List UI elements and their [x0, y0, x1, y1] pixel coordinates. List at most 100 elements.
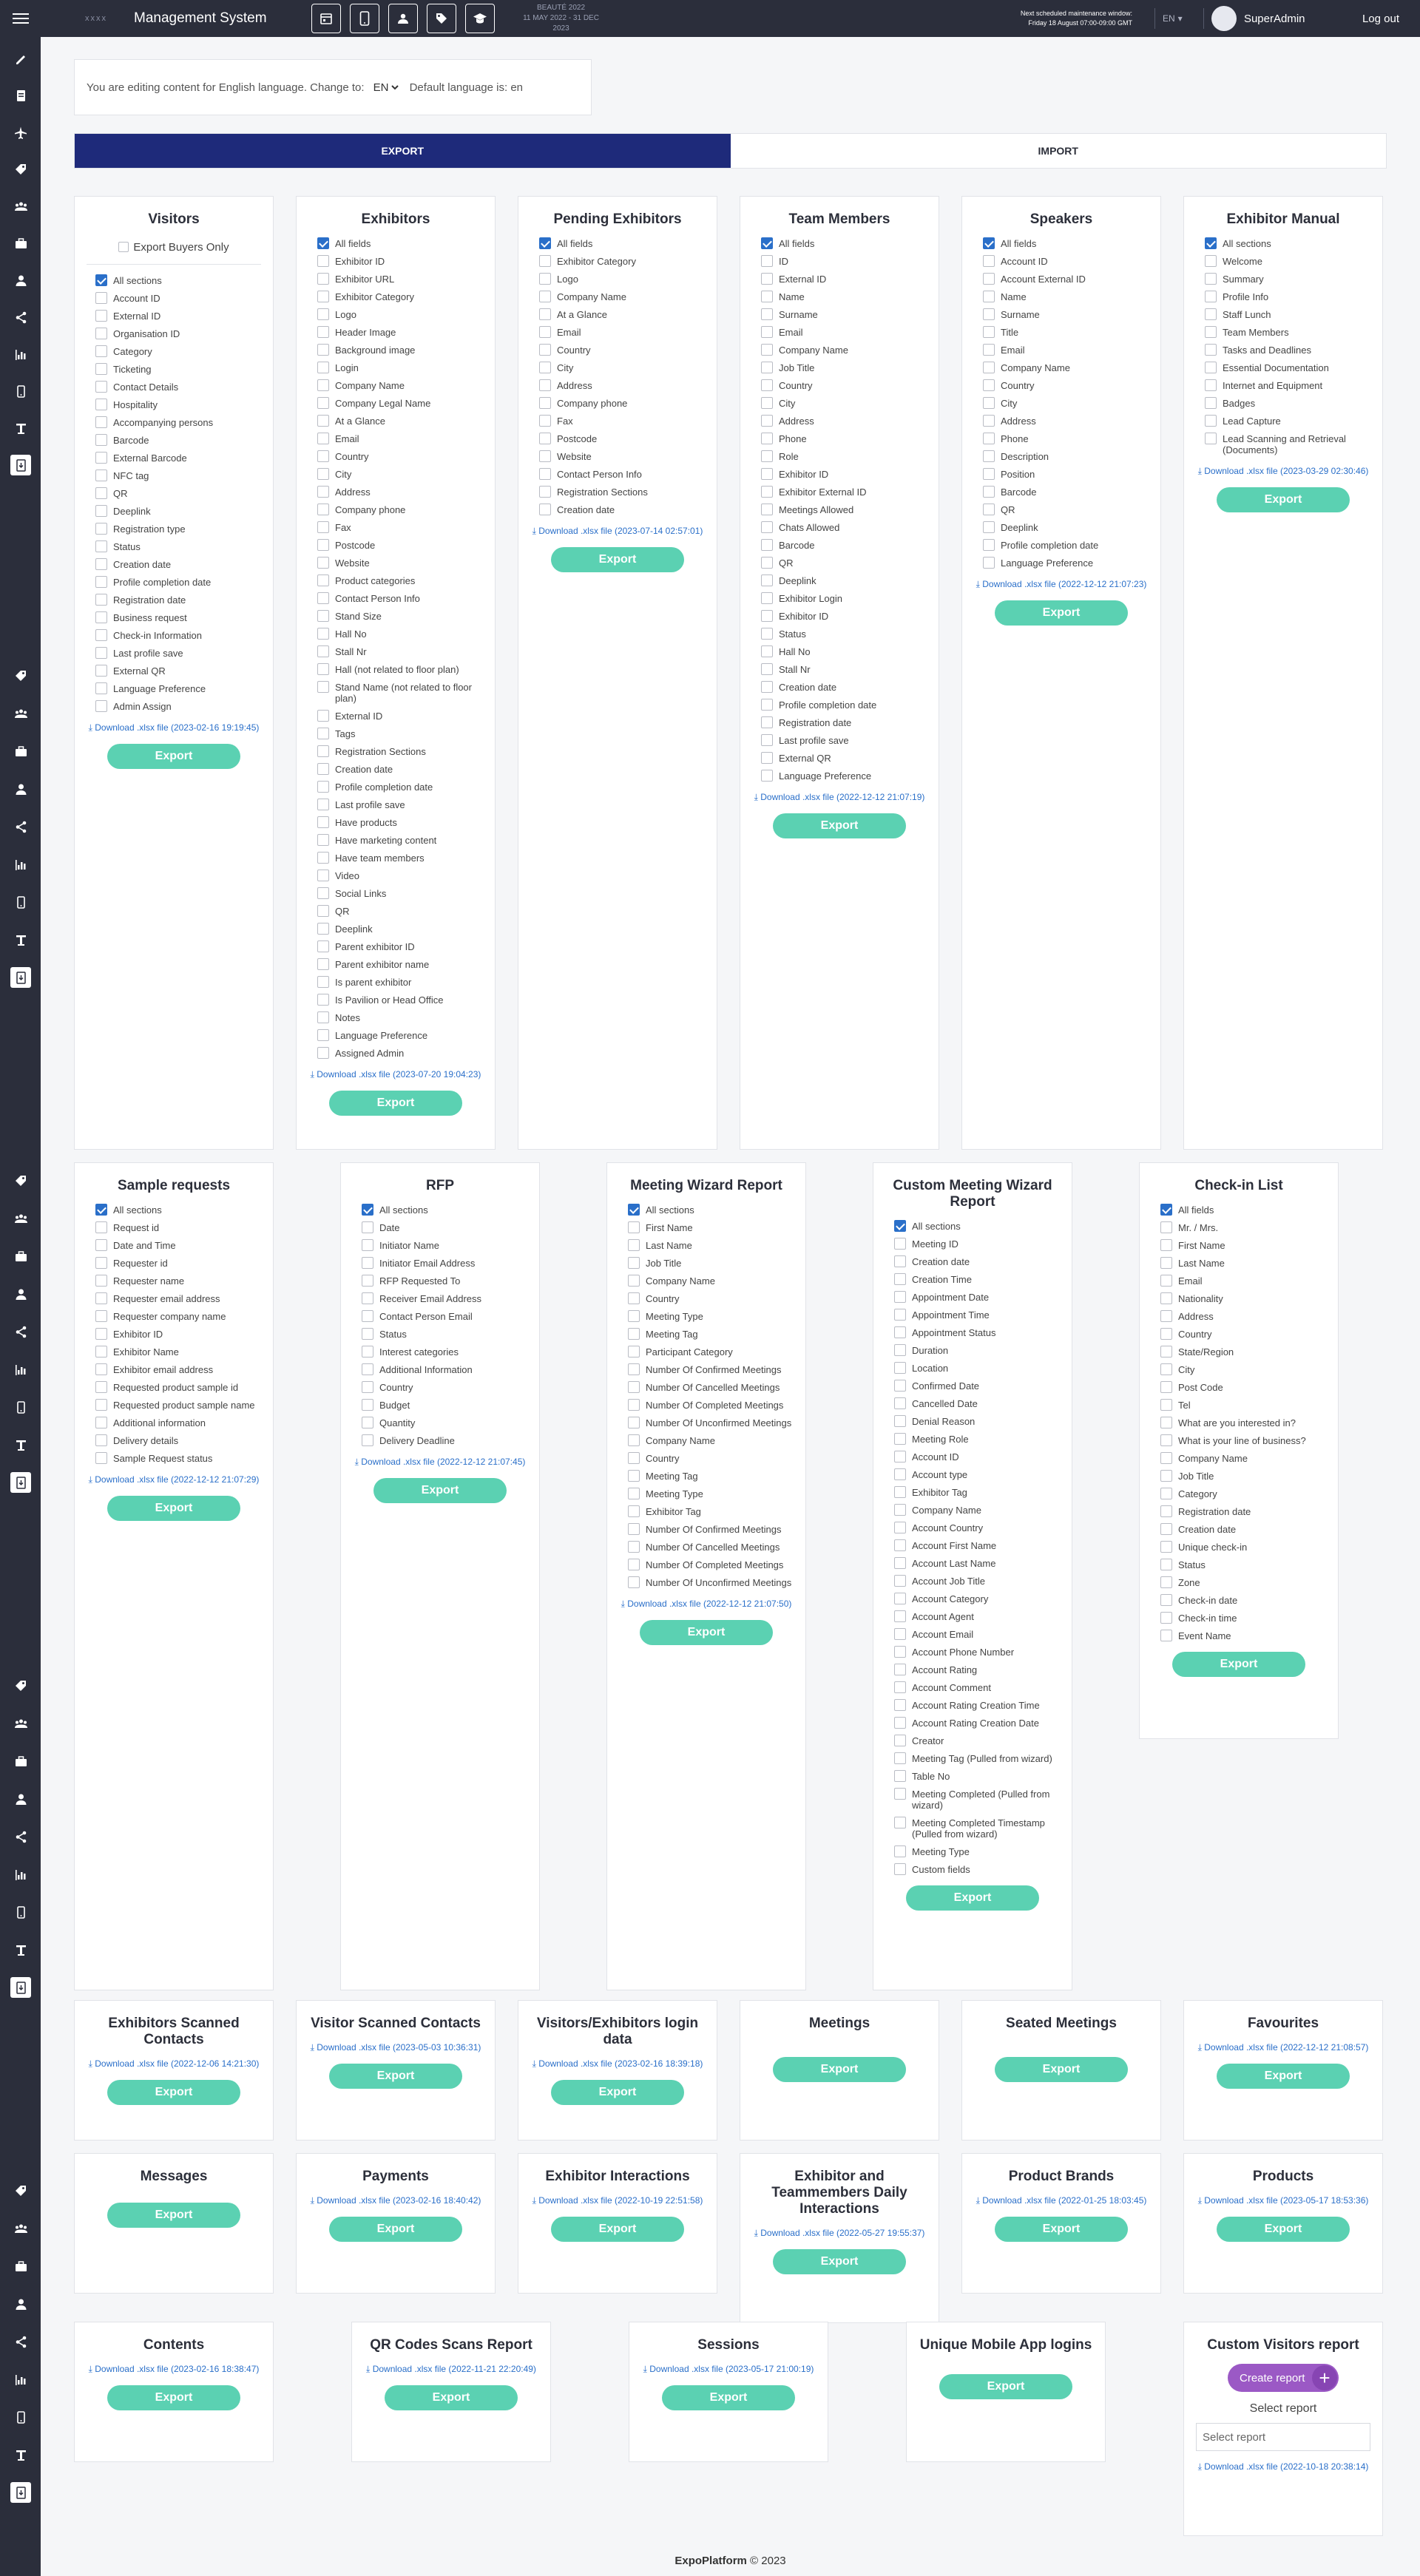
- option-item[interactable]: Country: [362, 1381, 527, 1393]
- checkbox-icon[interactable]: [761, 645, 773, 657]
- option-item[interactable]: All fields: [539, 237, 705, 249]
- checkbox-icon[interactable]: [628, 1470, 640, 1482]
- option-item[interactable]: Email: [1160, 1275, 1326, 1287]
- checkbox-icon[interactable]: [317, 663, 329, 675]
- checkbox-icon[interactable]: [539, 486, 551, 498]
- mobile-icon[interactable]: [10, 892, 31, 912]
- checked-checkbox-icon[interactable]: [362, 1204, 373, 1216]
- checkbox-icon[interactable]: [317, 291, 329, 302]
- checkbox-icon[interactable]: [894, 1344, 906, 1356]
- export-button[interactable]: Export: [385, 2385, 518, 2410]
- download-link[interactable]: ⤓ Download .xlsx file (2023-05-17 18:53:…: [1184, 2195, 1382, 2206]
- option-item[interactable]: Status: [1160, 1559, 1326, 1570]
- option-item[interactable]: Title: [983, 326, 1149, 338]
- checkbox-icon[interactable]: [317, 645, 329, 657]
- language-select[interactable]: EN: [370, 78, 401, 97]
- checkbox-icon[interactable]: [761, 344, 773, 356]
- checkbox-icon[interactable]: [894, 1291, 906, 1303]
- option-item[interactable]: Meeting Tag: [628, 1328, 794, 1340]
- user-icon[interactable]: [10, 270, 31, 291]
- briefcase-icon[interactable]: [10, 2256, 31, 2277]
- checkbox-icon[interactable]: [95, 416, 107, 428]
- export-file-icon[interactable]: [10, 967, 31, 988]
- checkbox-icon[interactable]: [317, 1011, 329, 1023]
- option-item[interactable]: Registration date: [1160, 1505, 1326, 1517]
- checkbox-icon[interactable]: [317, 816, 329, 828]
- checkbox-icon[interactable]: [628, 1434, 640, 1446]
- podium-icon[interactable]: [10, 2444, 31, 2465]
- mobile-icon[interactable]: [10, 1397, 31, 1417]
- checkbox-icon[interactable]: [95, 1363, 107, 1375]
- checkbox-icon[interactable]: [1205, 397, 1217, 409]
- option-item[interactable]: Tel: [1160, 1399, 1326, 1411]
- checkbox-icon[interactable]: [628, 1399, 640, 1411]
- checkbox-icon[interactable]: [628, 1275, 640, 1287]
- option-item[interactable]: Language Preference: [761, 770, 927, 782]
- option-item[interactable]: Category: [95, 345, 261, 357]
- checkbox-icon[interactable]: [761, 752, 773, 764]
- option-item[interactable]: Meeting Type: [628, 1310, 794, 1322]
- option-item[interactable]: Company phone: [539, 397, 705, 409]
- tag-icon[interactable]: [10, 159, 31, 180]
- option-item[interactable]: Contact Person Email: [362, 1310, 527, 1322]
- checkbox-icon[interactable]: [317, 905, 329, 917]
- option-item[interactable]: Postcode: [539, 433, 705, 444]
- checkbox-icon[interactable]: [95, 1346, 107, 1358]
- option-item[interactable]: Parent exhibitor ID: [317, 940, 483, 952]
- option-item[interactable]: Account type: [894, 1468, 1060, 1480]
- tab-import[interactable]: IMPORT: [730, 134, 1386, 168]
- option-item[interactable]: Account ID: [95, 292, 261, 304]
- checkbox-icon[interactable]: [539, 344, 551, 356]
- option-item[interactable]: Address: [761, 415, 927, 427]
- tab-export[interactable]: EXPORT: [75, 134, 731, 168]
- checkbox-icon[interactable]: [317, 923, 329, 935]
- option-item[interactable]: Meeting Completed Timestamp (Pulled from…: [894, 1817, 1060, 1840]
- option-item[interactable]: Is Pavilion or Head Office: [317, 994, 483, 1006]
- option-item[interactable]: Address: [983, 415, 1149, 427]
- option-item[interactable]: Stand Name (not related to floor plan): [317, 681, 483, 704]
- option-item[interactable]: Mr. / Mrs.: [1160, 1221, 1326, 1233]
- checkbox-icon[interactable]: [317, 521, 329, 533]
- checkbox-icon[interactable]: [362, 1434, 373, 1446]
- chart-icon[interactable]: [10, 854, 31, 875]
- option-item[interactable]: State/Region: [1160, 1346, 1326, 1358]
- option-item[interactable]: Additional Information: [362, 1363, 527, 1375]
- option-item[interactable]: Address: [539, 379, 705, 391]
- user-icon[interactable]: [10, 779, 31, 799]
- share-icon[interactable]: [10, 2331, 31, 2352]
- option-item[interactable]: Hall No: [761, 645, 927, 657]
- option-item[interactable]: RFP Requested To: [362, 1275, 527, 1287]
- checked-checkbox-icon[interactable]: [628, 1204, 640, 1216]
- checkbox-icon[interactable]: [1205, 362, 1217, 373]
- checkbox-icon[interactable]: [761, 699, 773, 711]
- option-item[interactable]: Requested product sample id: [95, 1381, 261, 1393]
- checkbox-icon[interactable]: [894, 1628, 906, 1640]
- option-item[interactable]: Company Legal Name: [317, 397, 483, 409]
- checked-checkbox-icon[interactable]: [1205, 237, 1217, 249]
- users-icon[interactable]: [388, 4, 418, 33]
- option-item[interactable]: QR: [95, 487, 261, 499]
- checkbox-icon[interactable]: [628, 1221, 640, 1233]
- checkbox-icon[interactable]: [317, 255, 329, 267]
- option-item[interactable]: Check-in time: [1160, 1612, 1326, 1624]
- option-item[interactable]: Exhibitor URL: [317, 273, 483, 285]
- option-item[interactable]: External ID: [317, 710, 483, 722]
- option-item[interactable]: External Barcode: [95, 452, 261, 464]
- checkbox-icon[interactable]: [317, 468, 329, 480]
- download-link[interactable]: ⤓ Download .xlsx file (2022-12-12 21:07:…: [75, 1474, 273, 1485]
- option-item[interactable]: City: [761, 397, 927, 409]
- checkbox-icon[interactable]: [95, 1381, 107, 1393]
- checkbox-icon[interactable]: [894, 1273, 906, 1285]
- checkbox-icon[interactable]: [894, 1681, 906, 1693]
- export-button[interactable]: Export: [1217, 2064, 1350, 2089]
- option-item[interactable]: Tags: [317, 728, 483, 739]
- checkbox-icon[interactable]: [761, 273, 773, 285]
- checkbox-icon[interactable]: [761, 415, 773, 427]
- download-link[interactable]: ⤓ Download .xlsx file (2023-03-29 02:30:…: [1184, 466, 1382, 477]
- checkbox-icon[interactable]: [983, 450, 995, 462]
- export-button[interactable]: Export: [995, 600, 1128, 626]
- download-link[interactable]: ⤓ Download .xlsx file (2023-07-14 02:57:…: [518, 526, 717, 537]
- option-item[interactable]: All sections: [362, 1204, 527, 1216]
- option-item[interactable]: Creation date: [95, 558, 261, 570]
- checkbox-icon[interactable]: [894, 1415, 906, 1427]
